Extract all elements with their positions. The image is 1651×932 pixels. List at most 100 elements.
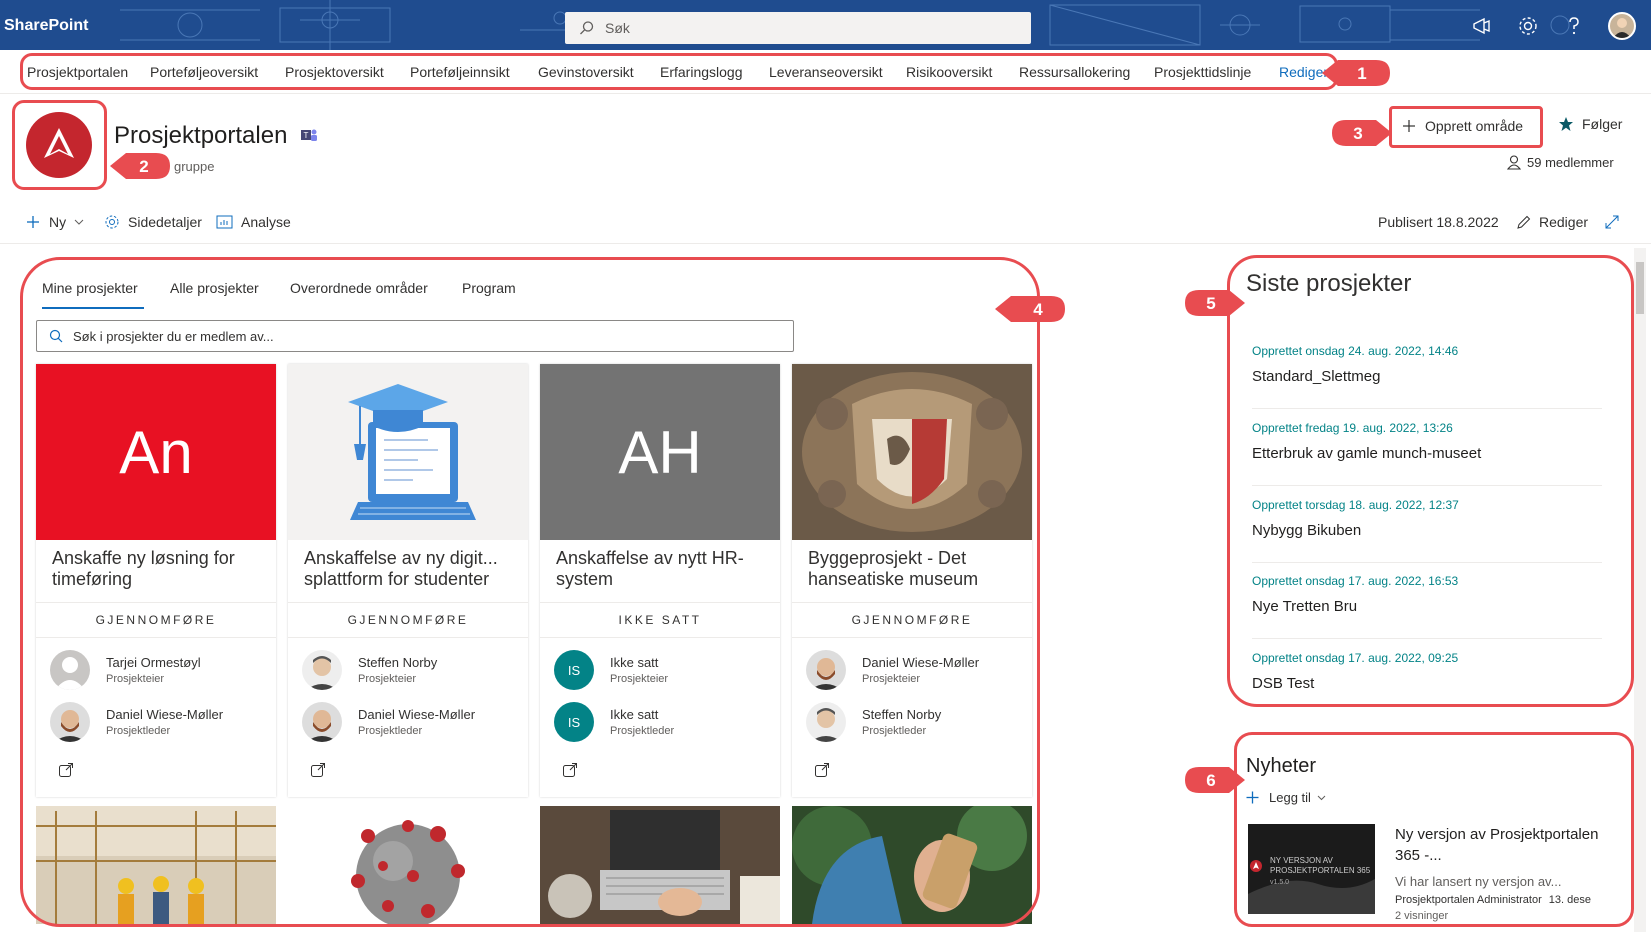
plus-icon [27,216,39,228]
nav-item-ressursallokering[interactable]: Ressursallokering [1019,64,1130,80]
user-avatar[interactable] [1608,12,1636,40]
tab-program[interactable]: Program [462,280,516,296]
recent-project-item[interactable]: Opprettet onsdag 17. aug. 2022, 16:53 Ny… [1252,562,1602,639]
annotation-marker-5: 5 [1185,290,1245,316]
project-manager[interactable]: Daniel Wiese-Møller Prosjektleder [302,702,522,746]
recent-project-item[interactable]: Opprettet torsdag 18. aug. 2022, 12:37 N… [1252,486,1602,563]
expand-icon[interactable] [1604,214,1620,230]
project-card[interactable]: Byggeprosjekt - Det hanseatiske museum G… [792,364,1032,797]
avatar [50,702,90,742]
project-card[interactable]: An Anskaffe ny løsning for timeføring GJ… [36,364,276,797]
annotation-label-1: 1 [1357,64,1366,83]
open-external-icon[interactable] [58,762,74,778]
annotation-marker-3: 3 [1332,120,1392,146]
gear-icon[interactable] [1516,14,1540,38]
annotation-label-5: 5 [1206,294,1215,313]
add-news-label: Legg til [1269,790,1311,805]
open-external-icon[interactable] [310,762,326,778]
megaphone-icon[interactable] [1470,14,1494,38]
project-title[interactable]: Anskaffelse av ny digit... splattform fo… [304,548,516,592]
recent-project-name[interactable]: Nye Tretten Bru [1252,598,1357,615]
recent-project-name[interactable]: DSB Test [1252,675,1314,692]
page-scrollbar[interactable] [1634,248,1646,932]
add-news-button[interactable]: Legg til [1246,790,1326,805]
avatar [302,650,342,690]
recent-project-item[interactable]: Opprettet onsdag 24. aug. 2022, 14:46 St… [1252,332,1602,409]
project-title[interactable]: Anskaffe ny løsning for timeføring [52,548,264,592]
help-icon[interactable] [1562,14,1586,38]
news-panel: Nyheter [1246,755,1606,778]
annotation-marker-4: 4 [995,296,1065,322]
analytics-button[interactable]: Analyse [216,214,291,230]
open-external-icon[interactable] [562,762,578,778]
news-item-date: 13. dese [1548,894,1591,906]
recent-project-name[interactable]: Standard_Slettmeg [1252,368,1380,385]
nav-item-prosjekttidslinje[interactable]: Prosjekttidslinje [1154,64,1251,80]
nav-item-risikooversikt[interactable]: Risikooversikt [906,64,992,80]
nav-item-erfaringslogg[interactable]: Erfaringslogg [660,64,743,80]
person-name: Daniel Wiese-Møller [862,655,980,670]
nav-item-leveranseoversikt[interactable]: Leveranseoversikt [769,64,883,80]
avatar: IS [554,650,594,690]
avatar-initials: IS [567,662,581,678]
follow-button[interactable]: Følger [1558,116,1622,132]
project-phase: GJENNOMFØRE [36,602,276,638]
new-button[interactable]: Ny [26,214,84,230]
site-logo[interactable] [26,112,92,178]
avatar-initials: IS [567,714,581,730]
nav-item-porteføljeinnsikt[interactable]: Porteføljeinnsikt [410,64,510,80]
recent-project-name[interactable]: Etterbruk av gamle munch-museet [1252,445,1481,462]
edit-page-button[interactable]: Rediger [1516,214,1588,230]
create-site-label: Opprett område [1425,118,1524,134]
site-title[interactable]: Prosjektportalen [114,122,287,150]
news-item-title[interactable]: Ny versjon av Prosjektportalen 365 -... [1395,824,1615,866]
project-tile: An [36,364,276,540]
recent-project-name[interactable]: Nybygg Bikuben [1252,522,1361,539]
members-count[interactable]: 59 medlemmer [1507,155,1614,170]
global-search-box[interactable]: Søk [565,12,1031,44]
project-owner[interactable]: IS Ikke satt Prosjekteier [554,650,774,694]
pencil-icon [1517,215,1531,229]
project-title[interactable]: Byggeprosjekt - Det hanseatiske museum [808,548,1020,592]
project-manager[interactable]: Steffen Norby Prosjektleder [806,702,1026,746]
tab-mine-prosjekter[interactable]: Mine prosjekter [42,280,138,296]
tab-overordnede-omrader[interactable]: Overordnede områder [290,280,428,296]
project-card-image[interactable] [288,806,528,924]
recent-project-item[interactable]: Opprettet fredag 19. aug. 2022, 13:26 Et… [1252,409,1602,486]
sharepoint-brand[interactable]: SharePoint [4,17,88,35]
project-card[interactable]: AH Anskaffelse av nytt HR-system IKKE SA… [540,364,780,797]
nav-item-porteføljeoversikt[interactable]: Porteføljeoversikt [150,64,258,80]
person-name: Steffen Norby [862,707,942,722]
recent-project-date: Opprettet onsdag 24. aug. 2022, 14:46 [1252,344,1459,358]
nav-edit-link[interactable]: Rediger [1279,64,1328,80]
project-card-image[interactable] [792,806,1032,924]
follow-label: Følger [1582,116,1623,132]
create-site-button[interactable]: Opprett område [1402,114,1523,138]
project-card-image[interactable] [540,806,780,924]
nav-item-prosjektportalen[interactable]: Prosjektportalen [27,64,128,80]
project-card[interactable]: Anskaffelse av ny digit... splattform fo… [288,364,528,797]
project-title[interactable]: Anskaffelse av nytt HR-system [556,548,768,592]
news-thumbnail[interactable]: NY VERSJON AV PROSJEKTPORTALEN 365 v1.5.… [1248,824,1375,914]
project-manager[interactable]: IS Ikke satt Prosjektleder [554,702,774,746]
project-card-image[interactable] [36,806,276,924]
news-item-meta: Prosjektportalen Administrator 13. dese [1395,894,1609,906]
project-owner[interactable]: Steffen Norby Prosjekteier [302,650,522,694]
project-phase: GJENNOMFØRE [792,602,1032,638]
scrollbar-thumb[interactable] [1636,262,1644,314]
project-owner[interactable]: Daniel Wiese-Møller Prosjekteier [806,650,1026,694]
project-manager[interactable]: Daniel Wiese-Møller Prosjektleder [50,702,270,746]
teams-icon[interactable]: T [300,127,318,143]
page-details-button[interactable]: Sidedetaljer [104,214,202,230]
recent-project-date: Opprettet onsdag 17. aug. 2022, 16:53 [1252,574,1459,588]
open-external-icon[interactable] [814,762,830,778]
project-owner[interactable]: Tarjei Ormestøyl Prosjekteier [50,650,270,694]
avatar [50,650,90,690]
recent-project-item[interactable]: Opprettet onsdag 17. aug. 2022, 09:25 DS… [1252,639,1602,716]
tab-alle-prosjekter[interactable]: Alle prosjekter [170,280,259,296]
avatar: IS [554,702,594,742]
nav-item-prosjektoversikt[interactable]: Prosjektoversikt [285,64,384,80]
nav-item-gevinstoversikt[interactable]: Gevinstoversikt [538,64,634,80]
project-search-input[interactable]: Søk i prosjekter du er medlem av... [36,320,794,352]
news-item-author: Prosjektportalen Administrator [1395,894,1542,906]
